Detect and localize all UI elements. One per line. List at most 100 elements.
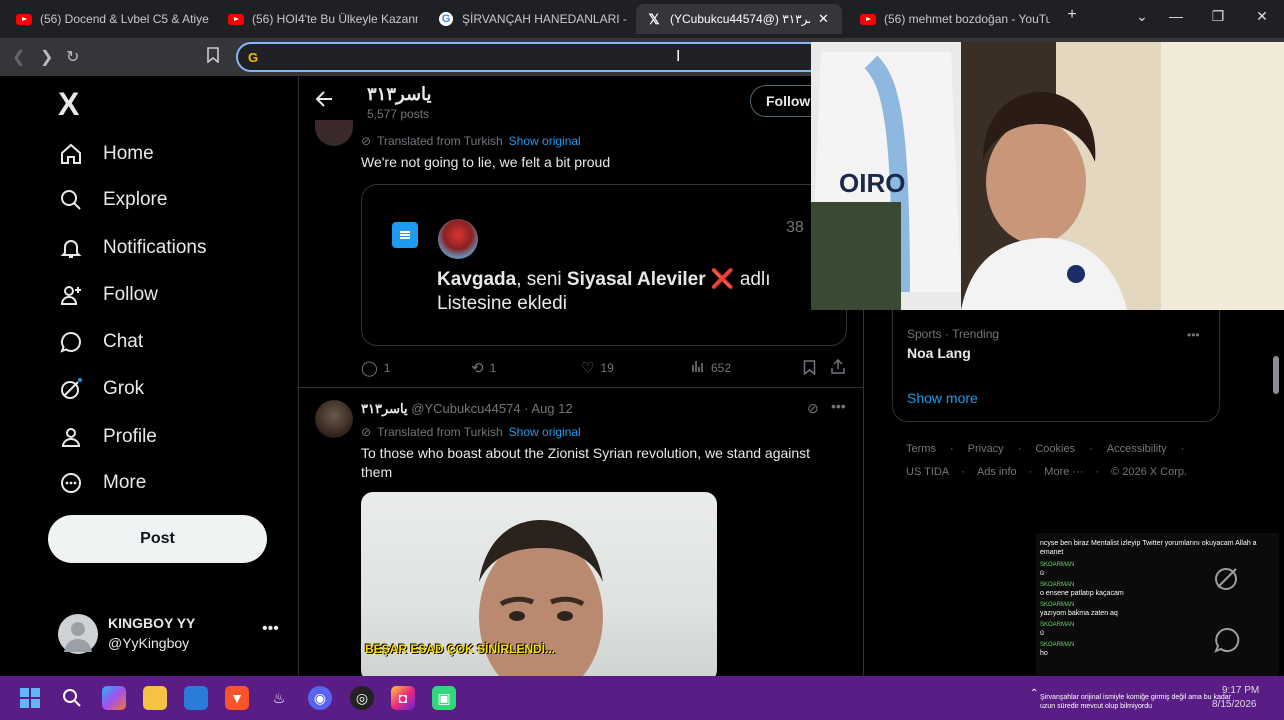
browser-tab[interactable]: (56) mehmet bozdoğan - YouTub [850,4,1050,34]
more-dots-icon[interactable]: ••• [1187,328,1200,342]
browser-tab[interactable]: (56) HOI4'te Bu Ülkeyle Kazanma [218,4,418,34]
repost-button[interactable]: ⟲ 1 [471,359,496,377]
close-window-icon[interactable]: ✕ [1252,8,1272,25]
repost-icon: ⟲ [471,360,484,377]
account-switcher[interactable]: KINGBOY YY @YyKingboy ••• [58,612,298,656]
embed-text-line1: Kavgada, seni Siyasal Aleviler ❌ adlı [437,267,771,291]
person-icon [58,424,84,450]
page-scrollbar[interactable] [1273,356,1279,394]
sidebar-item-grok[interactable]: Grok [58,371,144,407]
show-original-link[interactable]: Show original [509,134,581,148]
bookmark-icon[interactable] [803,360,816,380]
footer-link[interactable]: Privacy [968,443,1004,455]
address-bar[interactable]: G [236,42,826,72]
reply-button[interactable]: ◯ 1 [361,359,390,377]
translation-notice: ⊘ Translated from Turkish Show original [361,425,581,439]
chat-message: ncyse ben biraz Mentalist izleyip Twitte… [1040,540,1257,556]
brave-browser-icon[interactable]: ▼ [225,686,249,710]
views-button[interactable]: 652 [691,359,731,376]
obs-icon[interactable]: ◎ [350,686,374,710]
reply-count: 1 [383,361,391,375]
grok-icon[interactable] [1212,563,1242,593]
footer-link[interactable]: More ··· [1044,466,1083,478]
chat-user: SKOARMAN [1040,602,1075,608]
sidebar-item-label: More [103,472,147,493]
tray-chevron-icon[interactable]: ⌃ [1030,688,1038,699]
search-icon[interactable] [60,686,84,710]
webcam-video: OIRO [811,42,1284,310]
browser-tab-strip: (56) Docend & Lvbel C5 & Atiye (56) HOI4… [0,0,1284,38]
restore-icon[interactable]: ❐ [1208,8,1228,25]
footer-link[interactable]: Accessibility [1107,443,1167,455]
more-dots-icon[interactable]: ••• [831,398,846,414]
file-explorer-icon[interactable] [143,686,167,710]
browser-tab[interactable]: G ŞİRVANÇAH HANEDANLARI - Go [428,4,628,34]
footer-link[interactable]: Terms [906,443,936,455]
sidebar-item-label: Explore [103,189,168,210]
windows-start-icon[interactable] [18,686,42,710]
discord-icon[interactable]: ◉ [308,686,332,710]
sidebar-item-chat[interactable]: Chat [58,324,143,360]
grok-icon [58,376,84,402]
forward-icon[interactable]: ❯ [40,47,53,67]
tweet-image[interactable]: BEŞAR ESAD ÇOK SİNİRLENDİ... [361,492,717,676]
embed-text: , seni [516,269,567,290]
copilot-icon[interactable] [102,686,126,710]
close-tab-icon[interactable]: ✕ [818,11,829,27]
google-icon: G [438,11,454,27]
profile-timeline: یاسر۳۱۳ 5,577 posts Followi ⊘ Translated… [298,76,864,676]
embed-count: 38 [786,219,804,236]
footer-link[interactable]: Ads info [977,466,1017,478]
sidebar-item-explore[interactable]: Explore [58,182,167,218]
trend-topic[interactable]: Noa Lang [907,345,971,361]
browser-tab[interactable]: (56) Docend & Lvbel C5 & Atiye [6,4,216,34]
instagram-icon[interactable]: ◘ [391,686,415,710]
image-caption: BEŞAR ESAD ÇOK SİNİRLENDİ... [365,642,556,656]
like-button[interactable]: ♡ 19 [581,359,614,377]
back-icon[interactable]: ❮ [12,47,25,67]
sidebar-item-more[interactable]: More [58,465,146,501]
minimize-icon[interactable]: — [1166,8,1186,24]
chat-ticker: Şirvanşahlar orijinal ismiyle komiğe gir… [1040,694,1232,710]
tweet-header: یاسر۳۱۳ @YCubukcu44574 · Aug 12 [361,401,573,417]
steam-icon[interactable]: ♨ [267,686,291,710]
avatar[interactable] [315,400,353,438]
svg-text:OIRO: OIRO [839,168,905,198]
tweet-date[interactable]: · Aug 12 [524,401,572,416]
grok-icon[interactable]: ⊘ [807,400,819,417]
bookmark-icon[interactable] [206,47,220,68]
sidebar-item-follow[interactable]: Follow [58,277,158,313]
x-logo[interactable]: X [58,86,79,123]
system-date[interactable]: 8/15/2026 [1212,699,1257,710]
tab-title: (56) Docend & Lvbel C5 & Atiye [40,12,209,26]
system-time[interactable]: 9:17 PM [1222,685,1259,696]
post-button[interactable]: Post [48,515,267,563]
author-handle[interactable]: @YCubukcu44574 [411,401,520,416]
new-tab-button[interactable]: + [1062,6,1082,24]
avatar [58,614,98,654]
quoted-embed[interactable]: 38 Kavgada, seni Siyasal Aleviler ❌ adlı… [361,184,847,346]
share-icon[interactable] [831,358,845,379]
sidebar-item-label: Follow [103,284,158,305]
more-dots-icon[interactable]: ••• [262,620,279,638]
app-icon[interactable]: ▣ [432,686,456,710]
embed-text: ❌ adlı [705,269,771,290]
sidebar-item-notifications[interactable]: Notifications [58,230,207,266]
show-original-link[interactable]: Show original [509,425,581,439]
store-icon[interactable] [184,686,208,710]
tab-search-icon[interactable]: ⌄ [1132,8,1152,25]
windows-taskbar: ▼ ♨ ◉ ◎ ◘ ▣ ⌃ Şirvanşahlar orijinal ismi… [0,676,1284,720]
footer-link[interactable]: Cookies [1035,443,1075,455]
embed-text-line2: Listesine ekledi [437,293,567,314]
add-person-icon [58,282,84,308]
tweet-text: To those who boast about the Zionist Syr… [361,445,811,480]
reload-icon[interactable]: ↻ [66,47,79,67]
footer-link[interactable]: US TIDA [906,466,949,478]
browser-tab-active[interactable]: 𝕏 (YCubukcu44574@) یاسر۳۱۳ ✕ [636,4,842,34]
sidebar-item-profile[interactable]: Profile [58,419,157,455]
chat-icon[interactable] [1212,625,1242,655]
author-name[interactable]: یاسر۳۱۳ [361,401,408,416]
show-more-link[interactable]: Show more [907,390,978,406]
sidebar-item-home[interactable]: Home [58,136,154,172]
back-arrow-icon[interactable] [315,90,333,113]
